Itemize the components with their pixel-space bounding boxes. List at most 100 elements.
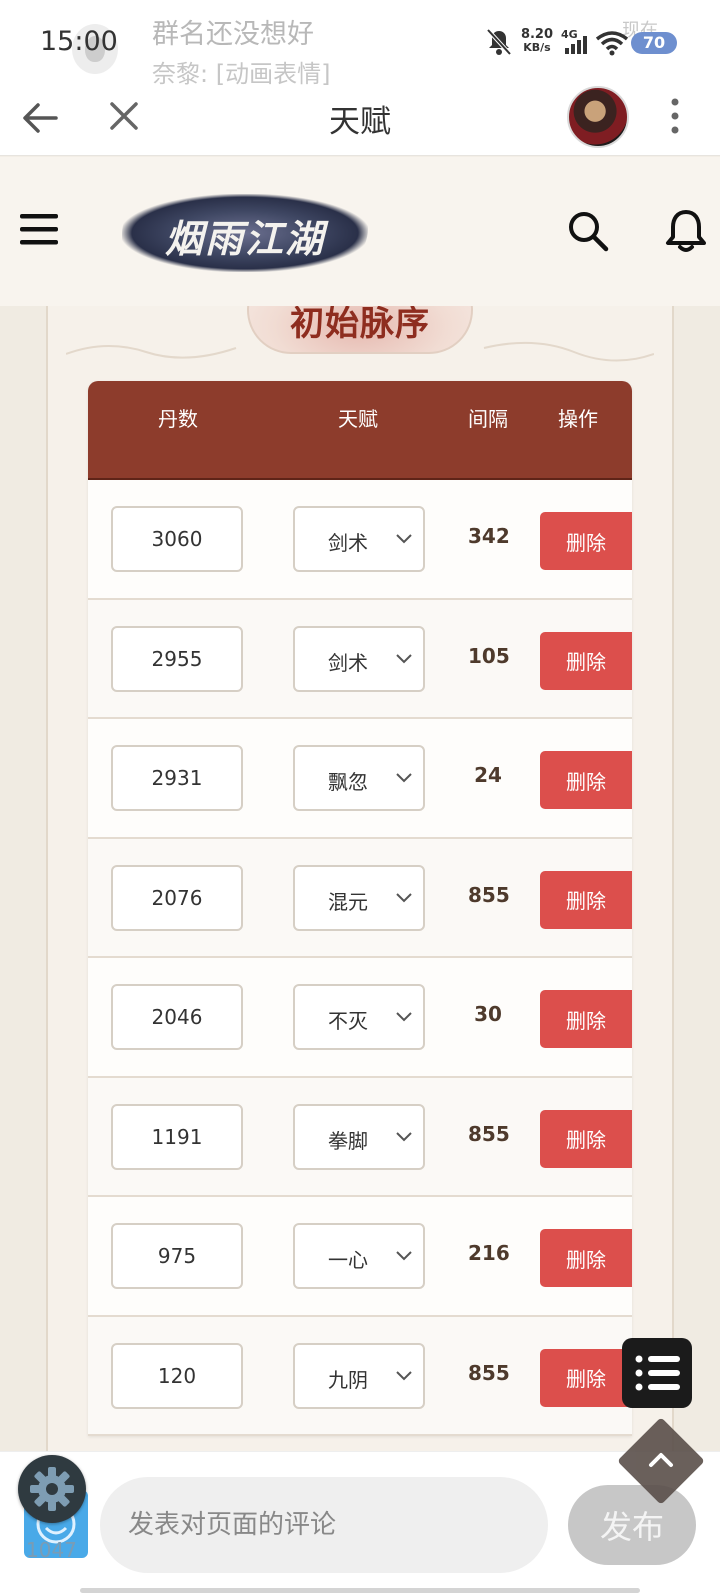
- dan-input[interactable]: [111, 506, 243, 572]
- dan-input[interactable]: [111, 984, 243, 1050]
- talent-select[interactable]: 九阴: [293, 1342, 425, 1409]
- dan-input[interactable]: [111, 1103, 243, 1170]
- delete-button[interactable]: 删除: [540, 751, 632, 809]
- interval-value: 855: [468, 1360, 510, 1385]
- home-indicator: [80, 1588, 640, 1593]
- comment-bar: 1047 发布: [0, 1417, 720, 1595]
- talent-value: 剑术: [328, 531, 368, 555]
- talent-select[interactable]: 飘忽: [293, 745, 425, 811]
- publish-button[interactable]: 发布: [568, 1485, 696, 1565]
- dan-input[interactable]: [111, 1342, 243, 1409]
- talent-value: 混元: [328, 889, 368, 914]
- talent-select[interactable]: 剑术: [293, 625, 425, 692]
- chevron-down-icon: [396, 1370, 412, 1380]
- back-arrow-icon[interactable]: [22, 100, 58, 136]
- hamburger-menu-icon[interactable]: [18, 212, 62, 248]
- svg-text:4G: 4G: [561, 28, 578, 41]
- table-row: 九阴 855 删除: [88, 1316, 632, 1436]
- settings-button[interactable]: [18, 1455, 86, 1523]
- column-header-operation: 操作: [558, 407, 598, 431]
- dan-input[interactable]: [111, 745, 243, 811]
- dan-input[interactable]: [111, 625, 243, 692]
- signal-icon: 4G: [561, 28, 587, 54]
- notification-title[interactable]: 群名还没想好: [152, 12, 314, 51]
- talent-table: 丹数 天赋 间隔 操作 剑术 342 删除 剑术 105 删除: [88, 381, 632, 1436]
- notification-message[interactable]: 奈黎: [动画表情]: [152, 54, 330, 89]
- wifi-icon: [596, 31, 628, 56]
- talent-select[interactable]: 拳脚: [293, 1103, 425, 1170]
- site-header: 烟雨江湖: [0, 157, 720, 306]
- dan-input[interactable]: [111, 1223, 243, 1289]
- comment-input[interactable]: [100, 1477, 548, 1573]
- delete-button[interactable]: 删除: [540, 1109, 632, 1168]
- net-speed-unit: KB/s: [523, 41, 551, 54]
- chevron-down-icon: [396, 1131, 412, 1141]
- interval-value: 855: [468, 882, 510, 907]
- interval-value: 855: [468, 1121, 510, 1146]
- talent-value: 不灭: [328, 1009, 368, 1033]
- table-header: 丹数 天赋 间隔 操作: [88, 381, 632, 480]
- chevron-down-icon: [396, 534, 412, 544]
- table-row: 剑术 342 删除: [88, 480, 632, 600]
- list-icon: [635, 1355, 680, 1391]
- talent-value: 剑术: [328, 650, 368, 675]
- status-time: 15:00: [40, 26, 118, 57]
- badge-count: 1047: [26, 1538, 77, 1562]
- talent-value: 九阴: [328, 1367, 368, 1392]
- interval-value: 216: [468, 1241, 510, 1265]
- delete-button[interactable]: 删除: [540, 512, 632, 570]
- battery-indicator: 70: [631, 32, 677, 54]
- chevron-up-icon: [649, 1453, 673, 1467]
- interval-value: 342: [468, 524, 510, 548]
- column-header-dan: 丹数: [158, 407, 198, 431]
- dan-input[interactable]: [111, 864, 243, 931]
- delete-button[interactable]: 删除: [540, 990, 632, 1048]
- table-row: 一心 216 删除: [88, 1197, 632, 1317]
- cloud-ornament-icon: [66, 345, 237, 359]
- cloud-ornament-icon: [483, 341, 654, 362]
- chevron-down-icon: [396, 653, 412, 663]
- list-menu-button[interactable]: [622, 1338, 692, 1408]
- table-row: 不灭 30 删除: [88, 958, 632, 1078]
- logo-text: 烟雨江湖: [164, 216, 325, 261]
- site-logo[interactable]: 烟雨江湖: [122, 194, 368, 272]
- column-header-interval: 间隔: [468, 407, 508, 431]
- talent-select[interactable]: 不灭: [293, 984, 425, 1050]
- status-bar: 15:00 群名还没想好 奈黎: [动画表情] 现在 8.20 KB/s 4G …: [0, 0, 720, 89]
- interval-value: 105: [468, 643, 510, 668]
- gear-icon: [30, 1467, 74, 1511]
- table-row: 混元 855 删除: [88, 838, 632, 958]
- page-title: 天赋: [329, 104, 391, 140]
- talent-select[interactable]: 混元: [293, 864, 425, 931]
- chevron-down-icon: [396, 1012, 412, 1022]
- talent-value: 拳脚: [328, 1128, 368, 1153]
- delete-button[interactable]: 删除: [540, 1348, 632, 1407]
- column-header-talent: 天赋: [338, 407, 378, 431]
- table-row: 剑术 105 删除: [88, 599, 632, 719]
- delete-button[interactable]: 删除: [540, 870, 632, 929]
- talent-value: 一心: [328, 1248, 368, 1272]
- main-content[interactable]: 初始脉序 丹数 天赋 间隔 操作 剑术 342 删除 剑术 105 删除: [0, 306, 720, 1451]
- bell-off-icon: [486, 28, 512, 56]
- search-icon[interactable]: [566, 209, 610, 253]
- net-speed-value: 8.20: [520, 27, 554, 42]
- talent-select[interactable]: 一心: [293, 1223, 425, 1289]
- nav-bar: 天赋: [0, 86, 720, 156]
- avatar[interactable]: [567, 86, 629, 148]
- interval-value: 30: [474, 1002, 502, 1026]
- bell-icon[interactable]: [664, 207, 708, 253]
- talent-value: 飘忽: [328, 770, 368, 794]
- chevron-down-icon: [396, 1251, 412, 1261]
- more-vertical-icon[interactable]: [660, 96, 690, 136]
- delete-button[interactable]: 删除: [540, 631, 632, 690]
- close-icon[interactable]: [106, 98, 142, 134]
- section-title: 初始脉序: [290, 306, 430, 344]
- table-row: 飘忽 24 删除: [88, 719, 632, 839]
- chevron-down-icon: [396, 892, 412, 902]
- interval-value: 24: [474, 763, 502, 787]
- net-speed: 8.20 KB/s: [519, 28, 555, 54]
- delete-button[interactable]: 删除: [540, 1229, 632, 1287]
- table-row: 拳脚 855 删除: [88, 1077, 632, 1197]
- chevron-down-icon: [396, 773, 412, 783]
- talent-select[interactable]: 剑术: [293, 506, 425, 572]
